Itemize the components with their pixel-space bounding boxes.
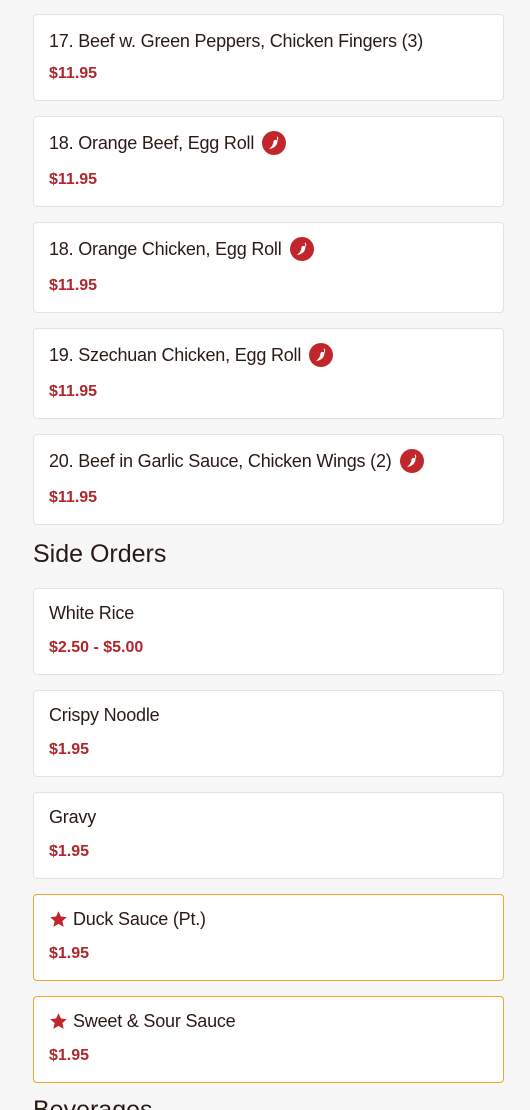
menu-item-name: 18. Orange Beef, Egg Roll <box>49 132 255 153</box>
menu-item-price: $11.95 <box>49 277 98 294</box>
menu-item-name: 19. Szechuan Chicken, Egg Roll <box>49 344 302 365</box>
spicy-pepper-icon <box>309 343 334 367</box>
menu-item-card[interactable]: White Rice $2.50 - $5.00 <box>33 588 504 675</box>
menu-item-name-row: Crispy Noodle <box>49 705 160 726</box>
section-title-side-orders: Side Orders <box>33 540 167 568</box>
menu-item-price: $1.95 <box>49 1047 90 1064</box>
menu-item-card[interactable]: Gravy $1.95 <box>33 792 504 879</box>
menu-item-card[interactable]: 18. Orange Chicken, Egg Roll $11.95 <box>33 222 504 313</box>
menu-item-price: $2.50 - $5.00 <box>49 639 144 656</box>
menu-item-name: 18. Orange Chicken, Egg Roll <box>49 238 282 259</box>
star-icon <box>50 911 67 927</box>
menu-item-price: $1.95 <box>49 741 90 758</box>
menu-item-card[interactable]: 19. Szechuan Chicken, Egg Roll $11.95 <box>33 328 504 419</box>
menu-item-name: 17. Beef w. Green Peppers, Chicken Finge… <box>49 31 423 51</box>
menu-item-name-row: 18. Orange Beef, Egg Roll <box>49 131 287 155</box>
menu-item-name: Duck Sauce (Pt.) <box>73 909 206 929</box>
menu-item-card[interactable]: 18. Orange Beef, Egg Roll $11.95 <box>33 116 504 207</box>
menu-item-card[interactable]: Crispy Noodle $1.95 <box>33 690 504 777</box>
menu-item-name-row: Gravy <box>49 807 96 828</box>
menu-item-price: $11.95 <box>49 65 98 82</box>
menu-item-card[interactable]: 17. Beef w. Green Peppers, Chicken Finge… <box>33 14 504 101</box>
menu-item-name-row: 18. Orange Chicken, Egg Roll <box>49 237 314 261</box>
menu-item-price: $1.95 <box>49 843 90 860</box>
spicy-pepper-icon <box>399 449 424 473</box>
menu-item-name: Crispy Noodle <box>49 705 160 725</box>
menu-item-name-row: 19. Szechuan Chicken, Egg Roll <box>49 343 334 367</box>
star-icon <box>50 1013 67 1029</box>
menu-item-price: $11.95 <box>49 489 98 506</box>
section-title-beverages: Beverages <box>33 1096 153 1110</box>
spicy-pepper-icon <box>262 131 287 155</box>
menu-item-name-row: White Rice <box>49 603 134 624</box>
menu-item-card-featured[interactable]: Duck Sauce (Pt.) $1.95 <box>33 894 504 981</box>
menu-page: 17. Beef w. Green Peppers, Chicken Finge… <box>0 0 530 1110</box>
menu-item-name-row: 20. Beef in Garlic Sauce, Chicken Wings … <box>49 449 424 473</box>
menu-item-card-featured[interactable]: Sweet & Sour Sauce $1.95 <box>33 996 504 1083</box>
menu-item-name: 20. Beef in Garlic Sauce, Chicken Wings … <box>49 450 392 471</box>
menu-item-name-row: Sweet & Sour Sauce <box>49 1011 236 1032</box>
menu-item-price: $1.95 <box>49 945 90 962</box>
menu-item-name: Sweet & Sour Sauce <box>73 1011 236 1031</box>
menu-item-name-row: 17. Beef w. Green Peppers, Chicken Finge… <box>49 31 423 52</box>
menu-item-price: $11.95 <box>49 171 98 188</box>
menu-item-name: Gravy <box>49 807 97 827</box>
menu-item-card[interactable]: 20. Beef in Garlic Sauce, Chicken Wings … <box>33 434 504 525</box>
menu-item-name: White Rice <box>49 603 135 623</box>
menu-item-price: $11.95 <box>49 383 98 400</box>
spicy-pepper-icon <box>289 237 314 261</box>
menu-item-name-row: Duck Sauce (Pt.) <box>49 909 206 930</box>
